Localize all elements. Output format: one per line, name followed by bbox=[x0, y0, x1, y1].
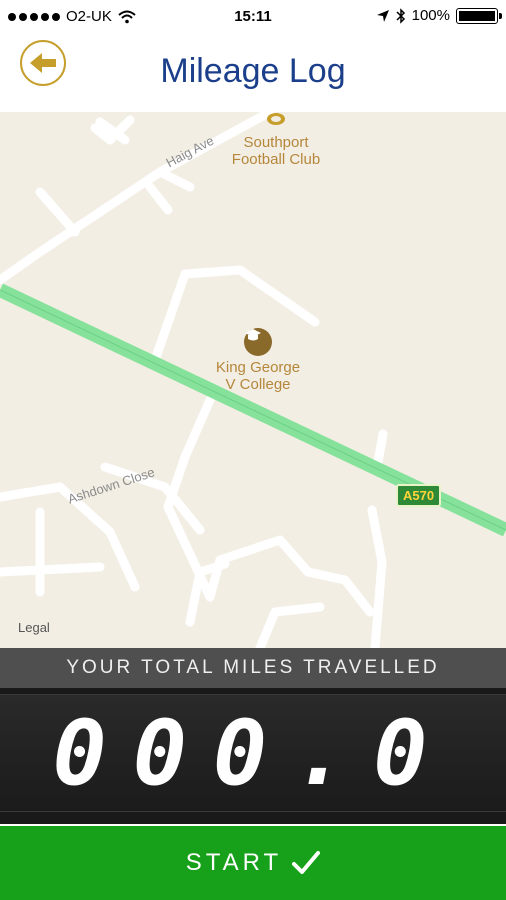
bluetooth-icon bbox=[396, 7, 405, 24]
stadium-icon bbox=[267, 113, 285, 125]
start-button[interactable]: START bbox=[0, 826, 506, 900]
map-view[interactable]: Southport Football Club King George V Co… bbox=[0, 112, 506, 648]
legal-link[interactable]: Legal bbox=[18, 620, 50, 635]
miles-value: 000.0 bbox=[52, 701, 454, 806]
road-shield-a570: A570 bbox=[396, 484, 442, 507]
navigation-bar: Mileage Log bbox=[0, 34, 506, 112]
status-bar: O2-UK 15:11 100% bbox=[0, 0, 506, 34]
poi-label-king-george-v-college[interactable]: King George V College bbox=[196, 359, 320, 393]
school-icon bbox=[244, 328, 272, 356]
battery-percentage: 100% bbox=[411, 7, 450, 24]
poi-label-southport-football-club[interactable]: Southport Football Club bbox=[216, 134, 336, 168]
start-button-label: START bbox=[185, 849, 283, 876]
checkmark-icon bbox=[292, 851, 321, 874]
status-right-group: 100% bbox=[376, 7, 502, 24]
miles-header: YOUR TOTAL MILES TRAVELLED bbox=[0, 648, 506, 688]
miles-counter: 000.0 bbox=[0, 688, 506, 824]
location-arrow-icon bbox=[376, 9, 389, 22]
page-title: Mileage Log bbox=[160, 52, 346, 90]
battery-icon bbox=[456, 7, 502, 24]
